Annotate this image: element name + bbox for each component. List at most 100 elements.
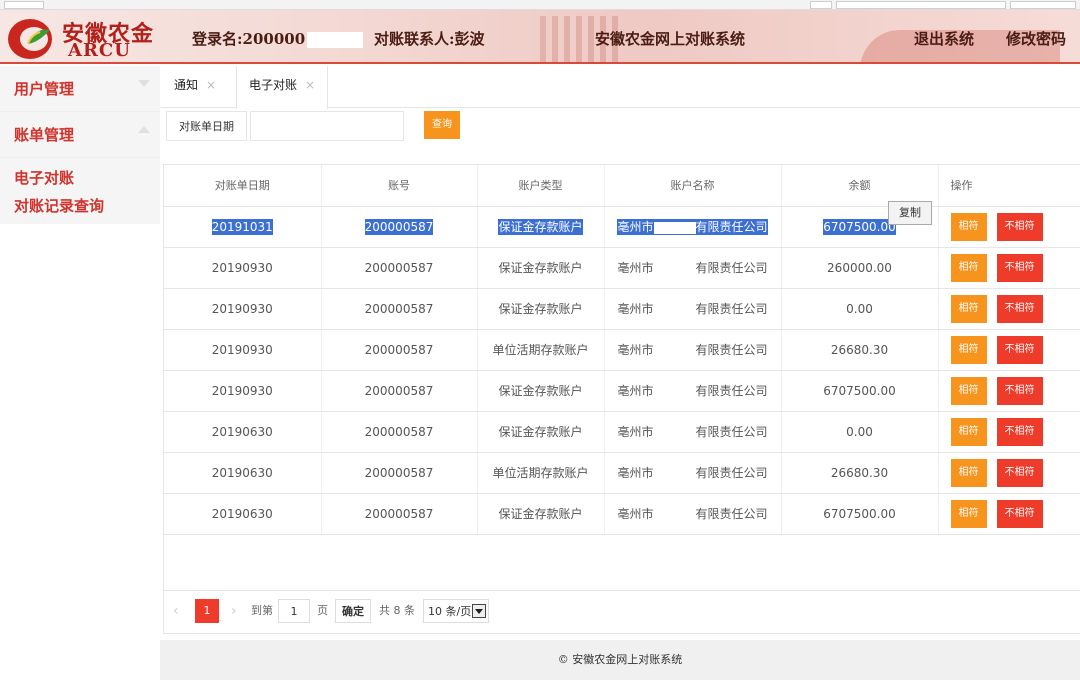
tab-label: 电子对账: [249, 78, 298, 92]
table-row[interactable]: 20190930 200000587 保证金存款账户 亳州市 有限责任公司 260000.…: [164, 247, 1080, 289]
mismatch-button[interactable]: 不相符: [996, 499, 1043, 528]
query-button[interactable]: 查询: [424, 111, 460, 139]
table-row[interactable]: 20190630 200000587 保证金存款账户 亳州市 有限责任公司 6707500…: [164, 493, 1080, 535]
login-name: 登录名:200000: [192, 28, 364, 49]
mismatch-button[interactable]: 不相符: [996, 376, 1043, 405]
cell-type: 保证金存款账户: [477, 206, 605, 248]
arcu-logo-icon: [8, 19, 52, 59]
cell-account-name: 亳州市 有限责任公司: [604, 452, 782, 494]
account-name-prefix: 亳州市: [617, 507, 654, 521]
page-unit-label: 页: [317, 604, 328, 617]
cell-actions: 相符 不相符: [938, 206, 1080, 248]
tab-electronic-reconciliation[interactable]: 电子对账 ×: [236, 66, 329, 109]
account-name-suffix: 有限责任公司: [695, 302, 768, 316]
sidebar-item-reconciliation-records[interactable]: 对账记录查询: [0, 192, 160, 220]
statement-date-label: 对账单日期: [166, 111, 247, 141]
close-icon[interactable]: ×: [305, 78, 315, 92]
cell-account-value: 200000587: [364, 506, 434, 521]
mismatch-button[interactable]: 不相符: [996, 294, 1043, 323]
cell-type: 保证金存款账户: [477, 247, 605, 289]
browser-button[interactable]: [1010, 1, 1076, 9]
cell-account: 200000587: [321, 329, 478, 371]
mismatch-button[interactable]: 不相符: [996, 335, 1043, 364]
chevron-down-icon[interactable]: [472, 604, 486, 618]
cell-type-value: 单位活期存款账户: [492, 466, 589, 480]
sidebar-submenu: 电子对账 对账记录查询: [0, 158, 160, 224]
cell-type: 单位活期存款账户: [477, 329, 605, 371]
login-name-value: 200000: [242, 30, 306, 48]
table-row[interactable]: 20191031 200000587 保证金存款账户 亳州市 有限责任公司 6707500…: [164, 206, 1080, 248]
cell-date: 20190630: [164, 452, 322, 494]
cell-date-value: 20191031: [211, 218, 273, 235]
mismatch-button[interactable]: 不相符: [996, 212, 1043, 241]
sidebar-item-electronic-reconciliation[interactable]: 电子对账: [0, 164, 160, 192]
cell-balance-value: 26680.30: [830, 342, 889, 357]
table-row[interactable]: 20190930 200000587 保证金存款账户 亳州市 有限责任公司 0.00 相符不…: [164, 288, 1080, 330]
table-header-row: 对账单日期 账号 账户类型 账户名称 余额 操作: [164, 165, 1080, 207]
reconciliation-table: 对账单日期 账号 账户类型 账户名称 余额 操作 20191031 2000005…: [163, 164, 1080, 634]
sidebar-group-user-management[interactable]: 用户管理: [0, 66, 160, 112]
account-name-value: 亳州市 有限责任公司: [617, 302, 767, 316]
cell-type-value: 单位活期存款账户: [492, 343, 589, 357]
cell-balance: 6707500.00: [781, 370, 939, 412]
match-button[interactable]: 相符: [950, 212, 987, 241]
cell-date: 20190630: [164, 411, 322, 453]
table-row[interactable]: 20190930 200000587 保证金存款账户 亳州市 有限责任公司 6707500…: [164, 370, 1080, 412]
change-password-link[interactable]: 修改密码: [1006, 28, 1066, 49]
cell-balance: 26680.30: [781, 452, 939, 494]
match-button[interactable]: 相符: [950, 253, 987, 282]
pagination: ‹ 1 › 到第 1 页 确定 共 8 条 10 条/页: [163, 590, 1080, 630]
next-page-icon[interactable]: ›: [231, 599, 237, 623]
table-row[interactable]: 20190630 200000587 单位活期存款账户 亳州市 有限责任公司 26680.…: [164, 452, 1080, 494]
account-name-prefix: 亳州市: [617, 343, 654, 357]
column-header-account: 账号: [321, 165, 478, 207]
cell-account: 200000587: [321, 370, 478, 412]
prev-page-icon[interactable]: ‹: [173, 599, 179, 623]
match-button[interactable]: 相符: [950, 294, 987, 323]
mismatch-button[interactable]: 不相符: [996, 458, 1043, 487]
sidebar-group-bill-management[interactable]: 账单管理: [0, 112, 160, 158]
goto-confirm-button[interactable]: 确定: [335, 599, 371, 623]
tab-notice[interactable]: 通知 ×: [174, 66, 216, 108]
match-button[interactable]: 相符: [950, 335, 987, 364]
cell-balance-value: 6707500.00: [823, 383, 896, 398]
total-count: 共 8 条: [379, 604, 415, 617]
account-name-suffix: 有限责任公司: [695, 261, 768, 275]
sidebar-group-label: 用户管理: [14, 80, 75, 98]
mismatch-button[interactable]: 不相符: [996, 417, 1043, 446]
page-size-select[interactable]: 10 条/页: [423, 599, 489, 623]
table-row[interactable]: 20190630 200000587 保证金存款账户 亳州市 有限责任公司 0.00 相符不…: [164, 411, 1080, 453]
cell-account: 200000587: [321, 247, 478, 289]
cell-account: 200000587: [321, 452, 478, 494]
cell-actions: 相符 不相符: [938, 493, 1080, 535]
current-page-button[interactable]: 1: [195, 599, 219, 623]
sidebar: 用户管理 账单管理 电子对账 对账记录查询: [0, 66, 160, 680]
account-name-value: 亳州市 有限责任公司: [617, 466, 767, 480]
match-button[interactable]: 相符: [950, 417, 987, 446]
copy-context-button[interactable]: 复制: [888, 201, 932, 225]
match-button[interactable]: 相符: [950, 499, 987, 528]
cell-account-name: 亳州市 有限责任公司: [604, 411, 782, 453]
redaction-mask: [653, 262, 696, 275]
account-name-suffix: 有限责任公司: [695, 343, 768, 357]
cell-balance: 0.00: [781, 288, 939, 330]
goto-page-input[interactable]: 1: [278, 599, 310, 623]
browser-button[interactable]: [810, 1, 832, 9]
cell-account-value: 200000587: [364, 383, 434, 398]
browser-nav-area[interactable]: [4, 1, 44, 9]
cell-type-value: 保证金存款账户: [498, 261, 583, 275]
cell-date: 20191031: [164, 206, 322, 248]
close-icon[interactable]: ×: [206, 78, 216, 92]
match-button[interactable]: 相符: [950, 376, 987, 405]
table-row[interactable]: 20190930 200000587 单位活期存款账户 亳州市 有限责任公司 26680.…: [164, 329, 1080, 371]
account-name-prefix: 亳州市: [617, 384, 654, 398]
statement-date-input[interactable]: [250, 111, 404, 141]
logout-link[interactable]: 退出系统: [914, 28, 974, 49]
mismatch-button[interactable]: 不相符: [996, 253, 1043, 282]
cell-date: 20190930: [164, 288, 322, 330]
account-name-suffix: 有限责任公司: [695, 507, 768, 521]
browser-search-box[interactable]: [836, 1, 1006, 9]
match-button[interactable]: 相符: [950, 458, 987, 487]
account-name-value: 亳州市 有限责任公司: [617, 343, 767, 357]
cell-balance-value: 0.00: [846, 424, 873, 439]
